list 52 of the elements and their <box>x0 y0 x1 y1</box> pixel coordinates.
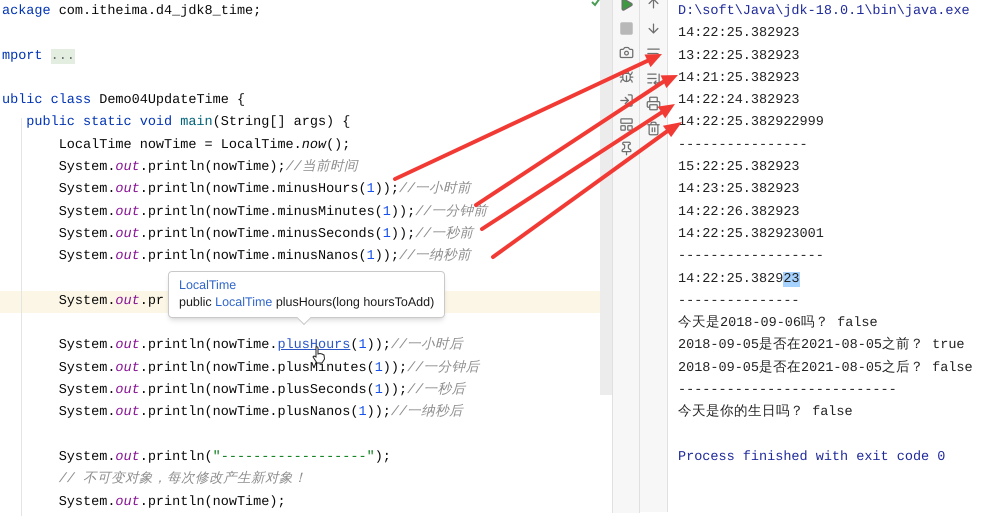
pin-icon[interactable] <box>618 141 634 156</box>
console-line: 13:22:25.382923 <box>678 48 800 64</box>
console-line: 14:22:25.382923 <box>678 272 800 287</box>
code-line: System.out.println(nowTime.minusSeconds(1));//一秒前 <box>58 226 474 242</box>
console-line: ---------------- <box>678 138 808 153</box>
code-line: System.out.println(nowTime); <box>58 494 286 510</box>
code-line: System.out.println("------------------"); <box>58 450 391 465</box>
code-editor[interactable] <box>0 0 600 516</box>
scrollbar[interactable] <box>600 0 612 395</box>
code-line: System.out.println(nowTime);//当前时间 <box>58 160 358 176</box>
console-line: 15:22:25.382923 <box>678 160 800 176</box>
printer-icon[interactable] <box>646 96 661 111</box>
code-line: ackage com.itheima.d4_jdk8_time; <box>2 4 262 19</box>
code-line: ublic class Demo04UpdateTime { <box>2 93 246 108</box>
console-line: 2018-09-05是否在2021-08-05之前？ true <box>678 338 965 354</box>
code-line: LocalTime nowTime = LocalTime.now(); <box>58 138 350 153</box>
console-line: 14:22:25.382923 <box>678 26 800 42</box>
code-line: System.out.println(nowTime.plusMinutes(1));//一分钟后 <box>58 360 480 376</box>
code-line: System.out.println(nowTime.plusHours(1));//一小时后 <box>58 338 464 354</box>
console-line: 14:22:26.382923 <box>678 204 800 220</box>
scroll-to-end-icon[interactable] <box>646 71 661 86</box>
console-line: D:\soft\Java\jdk-18.0.1\bin\java.exe <box>678 4 970 19</box>
console-line: 2018-09-05是否在2021-08-05之后？ false <box>678 360 973 376</box>
console-line: 今天是2018-09-06吗？ false <box>678 316 878 332</box>
code-line: System.out.pr <box>58 294 164 309</box>
console-line: 今天是你的生日吗？ false <box>678 405 853 420</box>
tooltip-title: LocalTime <box>179 277 236 294</box>
console-line: ------------------ <box>678 249 824 264</box>
code-line: // 不可变对象，每次修改产生新对象！ <box>58 472 308 488</box>
bug-icon[interactable] <box>618 69 634 84</box>
trash-icon[interactable] <box>646 121 661 136</box>
console-line: --------------------------- <box>678 383 897 398</box>
code-line: System.out.println(nowTime.minusMinutes(1));//一分钟前 <box>58 204 488 220</box>
code-line: public static void main(String[] args) { <box>25 115 350 130</box>
layout-icon[interactable] <box>618 117 634 132</box>
code-line: System.out.println(nowTime.minusHours(1));//一小时前 <box>58 182 472 198</box>
console-line: --------------- <box>678 294 800 309</box>
tooltip-signature: public LocalTime plusHours(long hoursToAdd) <box>179 294 434 311</box>
console-line: 14:22:25.382922999 <box>678 115 824 130</box>
code-line: mport ... <box>2 48 75 64</box>
code-line: System.out.println(nowTime.plusSeconds(1));//一秒后 <box>58 383 466 398</box>
console-line: 14:21:25.382923 <box>678 70 800 86</box>
login-icon[interactable] <box>618 93 634 108</box>
camera-icon[interactable] <box>618 45 634 60</box>
code-line: System.out.println(nowTime.plusNanos(1));//一纳秒后 <box>58 405 464 420</box>
console-line: 14:22:25.382923001 <box>678 226 824 242</box>
console-line: Process finished with exit code 0 <box>678 450 946 465</box>
console-line: 14:22:24.382923 <box>678 93 800 108</box>
run-icon[interactable] <box>618 0 634 12</box>
code-line: System.out.println(nowTime.minusNanos(1));//一纳秒前 <box>58 249 472 264</box>
console-line: 14:23:25.382923 <box>678 182 800 198</box>
down-arrow-icon[interactable] <box>646 21 661 36</box>
